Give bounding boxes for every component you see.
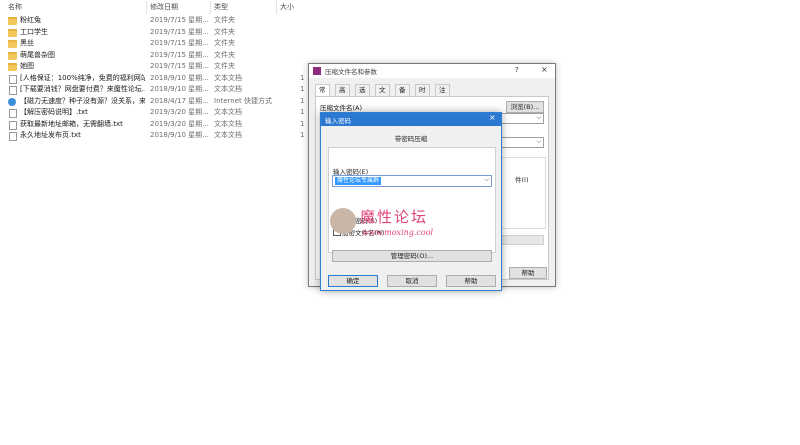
password-value: 魔性论坛专属群: [335, 177, 382, 185]
dialog-title: 输入密码: [325, 117, 351, 125]
file-row[interactable]: 【解压密码说明】.txt 2019/3/20 星期... 文本文档 1: [0, 107, 340, 119]
text-file-icon: [9, 109, 17, 118]
dialog-title: 压缩文件名和参数: [325, 68, 377, 76]
file-row[interactable]: 她图 2019/7/15 星期... 文件夹: [0, 61, 340, 73]
file-type: 文件夹: [214, 16, 235, 24]
file-type: 文件夹: [214, 62, 235, 70]
file-date: 2018/9/10 星期...: [150, 73, 209, 82]
ok-button[interactable]: 确定: [328, 275, 378, 287]
chevron-down-icon: ⌵: [536, 138, 541, 145]
file-row[interactable]: 黑丝 2019/7/15 星期... 文件夹: [0, 38, 340, 50]
column-separator[interactable]: [146, 1, 147, 14]
file-date: 2019/3/20 星期...: [150, 108, 209, 116]
browse-button[interactable]: 浏览(B)...: [506, 101, 544, 113]
tab-files[interactable]: 文件: [375, 84, 390, 105]
column-separator[interactable]: [276, 1, 277, 14]
watermark: 魔性论坛 www.moxing.cool: [330, 204, 480, 244]
file-row[interactable]: 【磁力无速度？种子没有源？没关系，来... 2018/4/17 星期... Inte…: [0, 96, 340, 108]
dialog-subtitle: 带密码压缩: [394, 135, 428, 143]
file-date: 2019/7/15 星期...: [150, 16, 209, 24]
dialog-titlebar[interactable]: 输入密码 ×: [321, 113, 501, 126]
file-type: Internet 快捷方式: [214, 96, 273, 105]
tab-backup[interactable]: 备份: [395, 84, 410, 105]
file-type: 文本文档: [214, 73, 242, 82]
folder-icon: [8, 51, 17, 60]
file-name: 她图: [20, 62, 34, 70]
tab-time[interactable]: 时间: [415, 84, 430, 105]
file-list: 粉红兔 2019/7/15 星期... 文件夹 工口学生 2019/7/15 星期..…: [0, 15, 340, 142]
password-dialog: 输入密码 × 带密码压缩 输入密码(E) 魔性论坛专属群 ⌵ 显示密码(S) 加…: [320, 112, 502, 291]
file-type: 文件夹: [214, 39, 235, 47]
file-type: 文本文档: [214, 108, 242, 116]
file-name: 永久地址发布页.txt: [20, 131, 81, 139]
chevron-down-icon[interactable]: ⌵: [484, 176, 489, 184]
tab-comment[interactable]: 注释: [435, 84, 450, 105]
dialog-titlebar[interactable]: 压缩文件名和参数 ? ×: [309, 64, 555, 78]
cancel-button[interactable]: 取消: [387, 275, 437, 287]
column-header-size[interactable]: 大小: [280, 2, 294, 13]
file-date: 2019/3/20 星期...: [150, 119, 209, 128]
file-type: 文本文档: [214, 131, 242, 139]
file-name: 【解压密码说明】.txt: [20, 108, 88, 116]
archive-name-label: 压缩文件名(A): [320, 104, 363, 112]
close-icon[interactable]: ×: [541, 65, 548, 74]
tab-advanced[interactable]: 高级: [335, 84, 350, 105]
file-name: [人格保证：100%纯净，免费的福利网站...: [20, 73, 145, 82]
help-button[interactable]: 帮助: [446, 275, 496, 287]
file-row[interactable]: [人格保证：100%纯净，免费的福利网站... 2018/9/10 星期... 文本…: [0, 73, 340, 85]
file-name: 萌尾兽杂图: [20, 50, 55, 59]
file-type: 文本文档: [214, 85, 242, 93]
file-row[interactable]: 获取最新地址邮箱，无需翻墙.txt 2019/3/20 星期... 文本文档 1: [0, 119, 340, 131]
file-date: 2019/7/15 星期...: [150, 50, 209, 59]
file-name: [下载要消钱？网盘要付费？来魔性论坛...: [20, 85, 145, 93]
column-separator[interactable]: [210, 1, 211, 14]
text-file-icon: [9, 74, 17, 84]
column-header-name[interactable]: 名称: [8, 2, 22, 13]
file-name: 工口学生: [20, 27, 48, 36]
chevron-down-icon: ⌵: [536, 114, 541, 121]
password-input[interactable]: 魔性论坛专属群 ⌵: [332, 175, 492, 187]
file-date: 2019/7/15 星期...: [150, 27, 209, 36]
file-name: 【磁力无速度？种子没有源？没关系，来...: [20, 96, 145, 105]
file-date: 2019/7/15 星期...: [150, 62, 209, 70]
file-type: 文件夹: [214, 27, 235, 36]
file-name: 粉红兔: [20, 16, 41, 24]
folder-icon: [8, 17, 17, 25]
file-name: 获取最新地址邮箱，无需翻墙.txt: [20, 119, 123, 128]
folder-icon: [8, 63, 17, 71]
text-file-icon: [9, 120, 17, 130]
file-type: 文本文档: [214, 119, 242, 128]
column-header-type[interactable]: 类型: [214, 2, 228, 13]
file-name: 黑丝: [20, 39, 34, 47]
watermark-text: 魔性论坛: [360, 208, 429, 226]
file-row[interactable]: 粉红兔 2019/7/15 星期... 文件夹: [0, 15, 340, 27]
manage-passwords-button[interactable]: 管理密码(O)...: [332, 250, 492, 262]
file-date: 2018/9/10 星期...: [150, 131, 209, 139]
text-file-icon: [9, 132, 17, 141]
file-row[interactable]: [下载要消钱？网盘要付费？来魔性论坛... 2018/9/10 星期... 文本文档…: [0, 84, 340, 96]
file-type: 文件夹: [214, 50, 235, 59]
file-date: 2019/7/15 星期...: [150, 39, 209, 47]
column-header-date[interactable]: 修改日期: [150, 2, 178, 13]
tab-options[interactable]: 选项: [355, 84, 370, 105]
folder-icon: [8, 28, 17, 37]
winrar-icon: [313, 67, 321, 75]
file-date: 2018/9/10 星期...: [150, 85, 209, 93]
watermark-avatar-icon: [330, 208, 356, 234]
option-label: 件(I): [515, 176, 529, 184]
text-file-icon: [9, 86, 17, 95]
file-row[interactable]: 永久地址发布页.txt 2018/9/10 星期... 文本文档 1: [0, 130, 340, 142]
file-row[interactable]: 萌尾兽杂图 2019/7/15 星期... 文件夹: [0, 50, 340, 62]
file-row[interactable]: 工口学生 2019/7/15 星期... 文件夹: [0, 27, 340, 39]
close-icon[interactable]: ×: [489, 113, 496, 122]
file-date: 2018/4/17 星期...: [150, 96, 209, 105]
folder-icon: [8, 40, 17, 48]
watermark-url: www.moxing.cool: [362, 228, 434, 237]
help-question-icon[interactable]: ?: [515, 66, 519, 74]
internet-shortcut-icon: [8, 97, 16, 106]
help-button[interactable]: 帮助: [509, 267, 547, 279]
